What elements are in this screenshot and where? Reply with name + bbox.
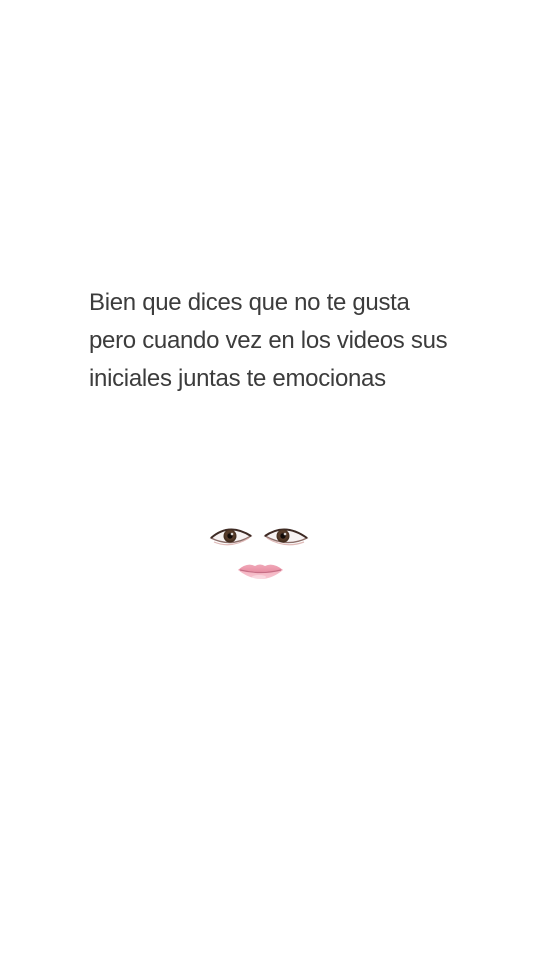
caption-line-1: Bien que dices que no te gusta	[89, 289, 410, 316]
caption-line-3: iniciales juntas te emocionas	[89, 365, 386, 392]
story-screen: Bien que dices que no te gusta pero cuan…	[0, 0, 540, 960]
face-eyes-lips-icon	[205, 518, 315, 594]
left-eye-icon	[209, 528, 253, 546]
caption-text: Bien que dices que no te gusta pero cuan…	[89, 284, 519, 398]
caption-line-2: pero cuando vez en los videos sus	[89, 327, 448, 354]
lips-icon	[238, 564, 283, 579]
right-eye-icon	[263, 528, 309, 546]
